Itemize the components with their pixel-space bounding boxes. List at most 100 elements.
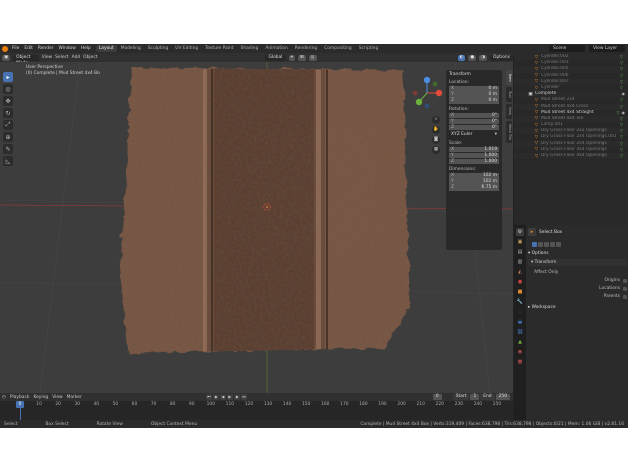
editor-type-button[interactable]: ▣ <box>2 54 11 61</box>
shading-material-icon[interactable]: ◑ <box>479 54 488 61</box>
scale-y-field[interactable]: Y 1.000 <box>449 152 499 158</box>
camera-icon[interactable]: ◙ <box>432 136 440 144</box>
options-panel-header[interactable]: ▾ Options <box>528 251 627 256</box>
prev-key-icon[interactable]: ◆ <box>212 394 219 400</box>
menu-timeline-view[interactable]: View <box>52 395 62 400</box>
orientation-dropdown[interactable]: Global <box>265 54 286 61</box>
locations-checkbox[interactable] <box>623 286 627 291</box>
menu-add[interactable]: Add <box>72 55 81 60</box>
options-dropdown[interactable]: Options <box>490 54 513 61</box>
data-icon[interactable]: ▲ <box>516 338 524 346</box>
location-y-field[interactable]: Y0 m <box>449 92 499 98</box>
output-icon[interactable]: ▤ <box>516 248 524 256</box>
play-reverse-icon[interactable]: ◀ <box>219 394 226 400</box>
current-frame-field[interactable]: 0 <box>432 394 442 400</box>
overlay-icon[interactable]: ◐ <box>457 54 466 61</box>
view-layer-icon[interactable]: ▥ <box>516 258 524 266</box>
playhead-frame[interactable]: 0 <box>16 401 24 408</box>
scale-z-field[interactable]: Z 1.000 <box>449 158 499 164</box>
menu-window[interactable]: Window <box>59 46 76 51</box>
pivot-icon[interactable]: ⌖ <box>288 54 295 61</box>
view-layer-field[interactable]: View Layer <box>589 45 625 52</box>
scene-field[interactable]: Scene <box>549 45 585 52</box>
measure-tool-icon[interactable]: ◺ <box>3 156 13 166</box>
select-box-icon[interactable]: ▸ <box>3 72 13 82</box>
physics-icon[interactable]: ◒ <box>516 318 524 326</box>
next-key-icon[interactable]: ◆ <box>233 394 240 400</box>
rotation-z-field[interactable]: Z 0° <box>449 124 499 130</box>
outliner-row[interactable]: ▽ Dry Grass Floor 4x4 Openings ▽ <box>514 153 628 160</box>
modifier-icon[interactable]: 🔧 <box>516 298 524 306</box>
menu-playback[interactable]: Playback <box>10 395 30 400</box>
pan-hand-icon[interactable]: ✋ <box>432 126 440 134</box>
locations-option[interactable]: Locations <box>528 286 627 291</box>
rotate-tool-icon[interactable]: ↻ <box>3 108 13 118</box>
menu-edit[interactable]: Edit <box>24 46 33 51</box>
dimension-y-field[interactable]: Y 102 m <box>449 179 499 185</box>
mode-intersect-icon[interactable] <box>556 242 561 247</box>
rotation-y-field[interactable]: Y 0° <box>449 118 499 124</box>
jump-start-icon[interactable]: ⏮ <box>205 394 212 400</box>
rotation-mode-dropdown[interactable]: XYZ Euler ▾ <box>449 132 499 138</box>
tab-mesh-tile[interactable]: Mesh Tile <box>506 121 512 143</box>
mesh-data-icon[interactable]: ▽ <box>620 153 623 159</box>
tab-compositing[interactable]: Compositing <box>321 45 355 52</box>
tab-texture-paint[interactable]: Texture Paint <box>202 45 236 52</box>
clock-icon[interactable]: ◷ <box>2 395 6 400</box>
move-tool-icon[interactable]: ✥ <box>3 96 13 106</box>
material-icon[interactable]: ◉ <box>516 348 524 356</box>
origins-option[interactable]: Origins <box>528 278 627 283</box>
mode-extend-icon[interactable] <box>538 242 543 247</box>
mode-set-icon[interactable] <box>532 242 537 247</box>
menu-view[interactable]: View <box>42 55 52 60</box>
mode-dropdown[interactable]: Object Mode <box>13 54 39 66</box>
shading-solid-icon[interactable]: ● <box>468 54 477 61</box>
tab-animation[interactable]: Animation <box>262 45 290 52</box>
start-frame-field[interactable]: 1 <box>470 394 480 400</box>
location-z-field[interactable]: Z0 m <box>449 98 499 104</box>
3d-viewport[interactable]: User Perspective (0) Complete | Mud Stre… <box>0 62 513 393</box>
tab-view[interactable]: View <box>506 104 512 119</box>
transform-subpanel-header[interactable]: ▾ Transform <box>528 259 627 266</box>
mud-street-mesh[interactable] <box>120 62 420 362</box>
particles-icon[interactable]: ∴ <box>516 308 524 316</box>
navigation-gizmo[interactable] <box>410 76 444 110</box>
tab-layout[interactable]: Layout <box>95 45 117 52</box>
tab-rendering[interactable]: Rendering <box>292 45 320 52</box>
dimension-z-field[interactable]: Z 6.75 m <box>449 185 499 191</box>
scale-x-field[interactable]: X 1.019 <box>449 146 499 152</box>
outliner[interactable]: ▽ Cylinder.002 ▽ ▽ Cylinder.003 ▽ ▽ Cylinder.00… <box>514 53 628 225</box>
zoom-icon[interactable]: ⌕ <box>432 116 440 124</box>
annotate-tool-icon[interactable]: ✎ <box>3 144 13 154</box>
world-icon[interactable]: ● <box>516 278 524 286</box>
menu-marker[interactable]: Marker <box>67 395 82 400</box>
tab-scripting[interactable]: Scripting <box>356 45 382 52</box>
scale-tool-icon[interactable]: ⤢ <box>3 120 13 130</box>
menu-render[interactable]: Render <box>38 46 54 51</box>
location-x-field[interactable]: X0 m <box>449 86 499 92</box>
mode-subtract-icon[interactable] <box>544 242 549 247</box>
workspace-panel-header[interactable]: ▸ Workspace <box>528 305 627 310</box>
tab-uv-editing[interactable]: UV Editing <box>172 45 201 52</box>
dimension-x-field[interactable]: X 102 m <box>449 173 499 179</box>
tab-tool[interactable]: Tool <box>506 87 512 102</box>
cursor-tool-icon[interactable]: ◎ <box>3 84 13 94</box>
mode-invert-icon[interactable] <box>550 242 555 247</box>
menu-keying[interactable]: Keying <box>33 395 48 400</box>
menu-help[interactable]: Help <box>81 46 91 51</box>
parents-option[interactable]: Parents <box>528 294 627 299</box>
grid-icon[interactable]: ▦ <box>432 146 440 154</box>
render-icon[interactable]: ▣ <box>516 238 524 246</box>
tab-modeling[interactable]: Modeling <box>118 45 144 52</box>
menu-file[interactable]: File <box>12 46 19 51</box>
transform-header[interactable]: Transform <box>449 72 499 77</box>
scene-icon[interactable]: ◭ <box>516 268 524 276</box>
rotation-x-field[interactable]: X 0° <box>449 112 499 118</box>
object-icon[interactable]: ■ <box>516 288 524 296</box>
jump-end-icon[interactable]: ⏭ <box>240 394 247 400</box>
play-icon[interactable]: ▶ <box>226 394 233 400</box>
transform-tool-icon[interactable]: ⊕ <box>3 132 13 142</box>
texture-icon[interactable]: ▩ <box>516 358 524 366</box>
menu-object[interactable]: Object <box>83 55 97 60</box>
parents-checkbox[interactable] <box>623 294 627 299</box>
